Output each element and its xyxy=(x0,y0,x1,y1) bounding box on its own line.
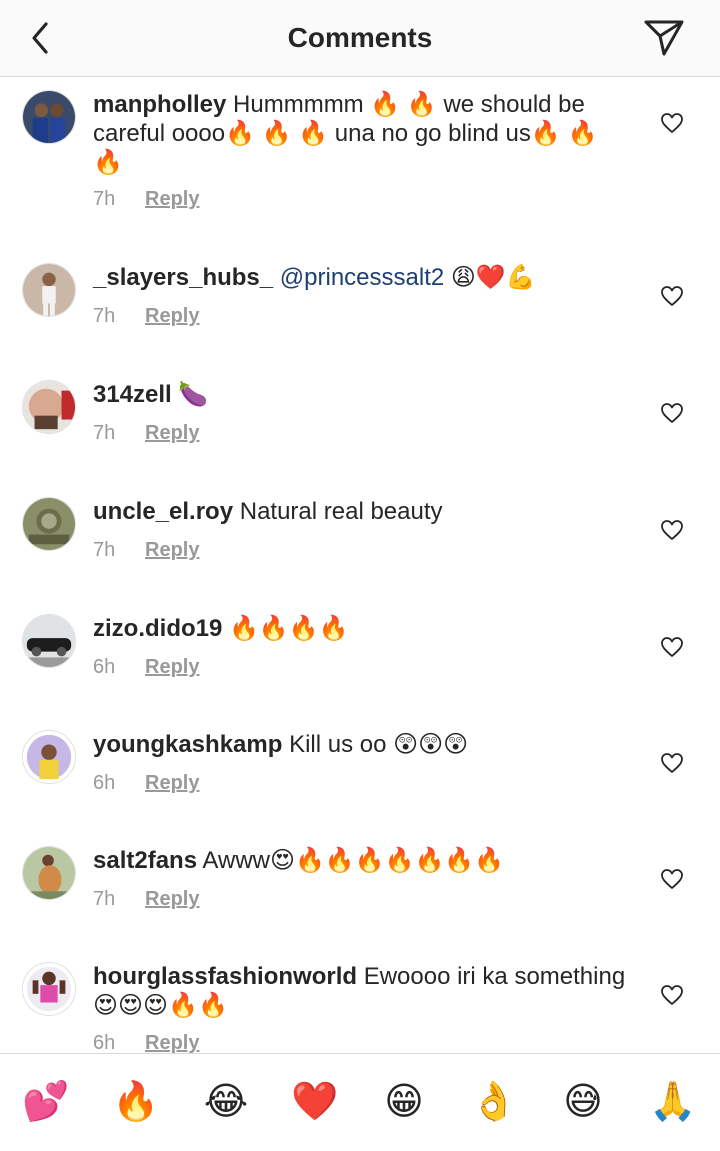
emoji-button[interactable]: 😅 xyxy=(557,1078,609,1126)
comment-text: 314zell 🍆 xyxy=(93,380,633,409)
avatar[interactable] xyxy=(22,614,76,668)
emoji-bar: 💕 🔥 😂 ❤️ 😁 👌 😅 🙏 xyxy=(0,1053,720,1151)
avatar[interactable] xyxy=(22,730,76,784)
comment-body: Natural real beauty xyxy=(239,498,443,525)
comment-meta: 7h Reply xyxy=(93,305,199,328)
username[interactable]: hourglassfashionworld xyxy=(93,963,357,990)
comment-text: manpholley Hummmmm 🔥 🔥 we should be care… xyxy=(93,90,633,177)
like-button[interactable] xyxy=(660,285,684,307)
username[interactable]: _slayers_hubs_ xyxy=(93,264,273,291)
comment-meta: 7h Reply xyxy=(93,888,199,911)
timestamp: 7h xyxy=(93,539,116,561)
like-button[interactable] xyxy=(660,984,684,1006)
username[interactable]: zizo.dido19 xyxy=(93,615,222,642)
comment-text: zizo.dido19 🔥🔥🔥🔥 xyxy=(93,614,633,643)
share-button[interactable] xyxy=(640,16,688,60)
emoji-button[interactable]: 💕 xyxy=(20,1078,72,1126)
comment-text: _slayers_hubs_ @princesssalt2 😩❤️💪 xyxy=(93,263,633,292)
emoji-button[interactable]: 👌 xyxy=(468,1078,520,1126)
heart-icon xyxy=(661,520,683,540)
header-bar: Comments xyxy=(0,0,720,77)
timestamp: 7h xyxy=(93,422,116,444)
username[interactable]: manpholley xyxy=(93,91,226,118)
heart-icon xyxy=(661,637,683,657)
page-title: Comments xyxy=(287,22,433,53)
heart-icon xyxy=(661,286,683,306)
timestamp: 7h xyxy=(93,888,116,910)
emoji-button[interactable]: 😂 xyxy=(200,1078,252,1126)
avatar[interactable] xyxy=(22,962,76,1016)
comment-body: 🍆 xyxy=(178,381,209,408)
comment-body: 😩❤️💪 xyxy=(450,264,536,291)
avatar[interactable] xyxy=(22,846,76,900)
emoji-button[interactable]: 😁 xyxy=(378,1078,430,1126)
like-button[interactable] xyxy=(660,636,684,658)
mention-link[interactable]: @princesssalt2 xyxy=(280,264,444,291)
username[interactable]: 314zell xyxy=(93,381,172,408)
like-button[interactable] xyxy=(660,868,684,890)
timestamp: 6h xyxy=(93,656,116,678)
reply-button[interactable]: Reply xyxy=(145,772,199,794)
emoji-button[interactable]: 🙏 xyxy=(647,1078,699,1126)
timestamp: 7h xyxy=(93,188,116,210)
comment-body: 🔥🔥🔥🔥 xyxy=(229,615,349,642)
emoji-button[interactable]: ❤️ xyxy=(289,1078,341,1126)
comment-body: Kill us oo 😲😲😲 xyxy=(289,731,469,758)
comment-meta: 6h Reply xyxy=(93,772,199,795)
avatar[interactable] xyxy=(22,497,76,551)
username[interactable]: youngkashkamp xyxy=(93,731,282,758)
comment-meta: 6h Reply xyxy=(93,656,199,679)
comment-meta: 7h Reply xyxy=(93,188,199,211)
reply-button[interactable]: Reply xyxy=(145,1032,199,1054)
timestamp: 6h xyxy=(93,1032,116,1054)
username[interactable]: salt2fans xyxy=(93,847,197,874)
avatar[interactable] xyxy=(22,90,76,144)
reply-button[interactable]: Reply xyxy=(145,888,199,910)
comment-body: Awww😍🔥🔥🔥🔥🔥🔥🔥 xyxy=(202,847,505,874)
like-button[interactable] xyxy=(660,519,684,541)
heart-icon xyxy=(661,113,683,133)
timestamp: 6h xyxy=(93,772,116,794)
heart-icon xyxy=(661,869,683,889)
reply-button[interactable]: Reply xyxy=(145,188,199,210)
comment-text: hourglassfashionworld Ewoooo iri ka some… xyxy=(93,962,633,1020)
comment-meta: 6h Reply xyxy=(93,1032,199,1055)
heart-icon xyxy=(661,403,683,423)
emoji-button[interactable]: 🔥 xyxy=(110,1078,162,1126)
like-button[interactable] xyxy=(660,112,684,134)
comment-text: uncle_el.roy Natural real beauty xyxy=(93,497,633,526)
comment-text: youngkashkamp Kill us oo 😲😲😲 xyxy=(93,730,633,759)
avatar[interactable] xyxy=(22,263,76,317)
comment-meta: 7h Reply xyxy=(93,422,199,445)
heart-icon xyxy=(661,985,683,1005)
comment-text: salt2fans Awww😍🔥🔥🔥🔥🔥🔥🔥 xyxy=(93,846,633,875)
like-button[interactable] xyxy=(660,752,684,774)
reply-button[interactable]: Reply xyxy=(145,422,199,444)
reply-button[interactable]: Reply xyxy=(145,656,199,678)
paper-plane-icon xyxy=(644,20,684,56)
avatar[interactable] xyxy=(22,380,76,434)
reply-button[interactable]: Reply xyxy=(145,305,199,327)
like-button[interactable] xyxy=(660,402,684,424)
timestamp: 7h xyxy=(93,305,116,327)
username[interactable]: uncle_el.roy xyxy=(93,498,233,525)
reply-button[interactable]: Reply xyxy=(145,539,199,561)
heart-icon xyxy=(661,753,683,773)
comment-meta: 7h Reply xyxy=(93,539,199,562)
